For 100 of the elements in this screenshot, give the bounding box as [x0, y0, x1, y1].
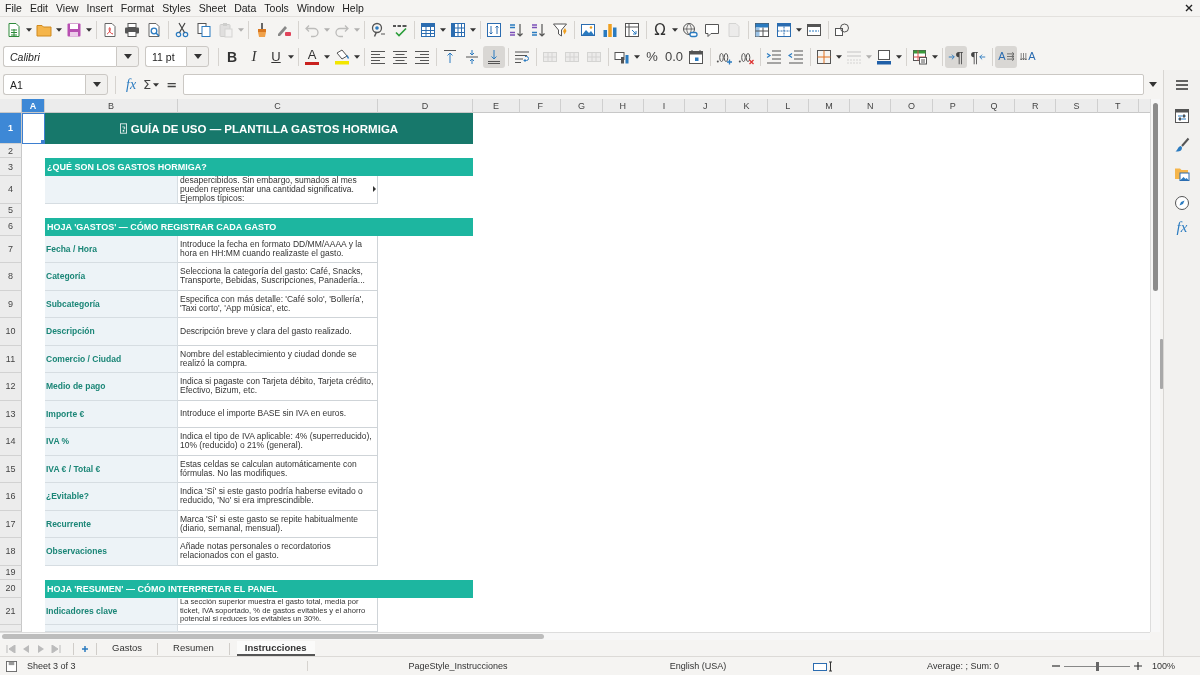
text-top-to-bottom-button[interactable]: A [1017, 45, 1039, 68]
dropdown-arrow-icon[interactable] [354, 54, 360, 59]
column-header[interactable]: C [178, 99, 378, 113]
dropdown-arrow-icon[interactable] [26, 28, 32, 32]
row-header[interactable]: 2 [0, 144, 22, 158]
horizontal-scrollbar[interactable] [0, 632, 1150, 640]
left-to-right-button[interactable]: ¶ [945, 45, 967, 68]
properties-panel-icon[interactable] [1174, 108, 1190, 124]
menu-item[interactable]: File [1, 0, 26, 16]
column-header[interactable]: D [378, 99, 473, 113]
column-header[interactable]: T [1097, 99, 1139, 113]
menu-item[interactable]: Insert [82, 0, 117, 16]
dropdown-arrow-icon[interactable] [440, 28, 446, 32]
sort-descending-icon[interactable] [530, 22, 546, 38]
menu-item[interactable]: Help [338, 0, 368, 16]
split-window-icon[interactable] [776, 22, 792, 38]
row-header[interactable]: 13 [0, 400, 22, 428]
row-header[interactable]: 18 [0, 538, 22, 566]
bar-chart-icon[interactable] [602, 22, 618, 38]
conditional-format-icon[interactable] [912, 48, 928, 65]
dropdown-arrow-icon[interactable] [672, 28, 678, 32]
column-header[interactable]: I [643, 99, 686, 113]
row-header[interactable]: 16 [0, 483, 22, 511]
number-format-button[interactable]: 0.0 [663, 45, 685, 68]
highlighting-icon[interactable] [334, 48, 350, 65]
column-header[interactable]: M [808, 99, 851, 113]
zoom-out-icon[interactable] [1052, 662, 1060, 670]
sheet-tab[interactable]: Gastos [104, 641, 151, 656]
row-header[interactable]: 1 [0, 113, 22, 144]
menu-item[interactable]: View [52, 0, 83, 16]
dropdown-arrow-icon[interactable] [324, 54, 330, 59]
sheet-tab[interactable]: Resumen [165, 641, 222, 656]
sidebar-collapse-handle[interactable] [1160, 339, 1163, 389]
image-icon[interactable] [580, 22, 596, 38]
column-header[interactable]: H [602, 99, 644, 113]
menu-item[interactable]: Window [292, 0, 339, 16]
borders-icon[interactable] [816, 48, 832, 65]
row-header[interactable]: 14 [0, 428, 22, 456]
function-wizard-button[interactable]: fx [123, 76, 140, 93]
shapes-icon[interactable] [834, 22, 850, 38]
scrollbar-thumb[interactable] [1153, 103, 1158, 291]
font-name-dropdown-button[interactable] [116, 46, 139, 67]
row-header[interactable]: 3 [0, 158, 22, 176]
calendar-icon[interactable] [688, 48, 704, 65]
special-character-button[interactable]: Ω [649, 19, 671, 41]
cell-reference-dropdown-button[interactable] [85, 74, 108, 95]
formula-input-field[interactable] [183, 74, 1144, 95]
pdf-document-icon[interactable] [102, 22, 118, 38]
dropdown-arrow-icon[interactable] [86, 28, 92, 32]
filter-icon[interactable] [552, 22, 568, 38]
column-header[interactable]: P [932, 99, 974, 113]
row-header[interactable]: 8 [0, 263, 22, 291]
align-bottom-button[interactable] [483, 45, 505, 68]
headers-icon[interactable] [806, 22, 822, 38]
right-to-left-button[interactable]: ¶ [967, 45, 989, 68]
functions-button[interactable]: fx [1176, 220, 1188, 235]
dropdown-arrow-icon[interactable] [470, 28, 476, 32]
column-header[interactable]: A [22, 99, 45, 113]
column-header[interactable]: N [850, 99, 892, 113]
menu-icon[interactable] [1176, 80, 1188, 90]
expand-formula-bar-icon[interactable] [1149, 82, 1157, 87]
dropdown-arrow-icon[interactable] [796, 28, 802, 32]
underline-button[interactable]: U [265, 45, 287, 68]
pivot-table-icon[interactable] [624, 22, 640, 38]
column-header[interactable]: F [520, 99, 562, 113]
row-header[interactable]: 21 [0, 597, 22, 625]
dropdown-arrow-icon[interactable] [634, 54, 640, 59]
bold-button[interactable]: B [221, 45, 243, 68]
font-size-field[interactable]: 11 pt [145, 46, 186, 67]
column-header[interactable]: Q [973, 99, 1016, 113]
column-header[interactable]: K [726, 99, 768, 113]
comment-icon[interactable] [704, 22, 720, 38]
sum-button[interactable]: Σ [139, 77, 153, 92]
hyperlink-icon[interactable] [682, 22, 698, 38]
document-status-icon[interactable] [6, 660, 17, 672]
dropdown-arrow-icon[interactable] [932, 54, 938, 59]
row-header[interactable]: 11 [0, 345, 22, 373]
column-header[interactable]: L [767, 99, 809, 113]
menu-item[interactable]: Format [116, 0, 159, 16]
print-preview-icon[interactable] [146, 22, 162, 38]
spellcheck-icon[interactable] [392, 22, 408, 38]
insert-rows-icon[interactable] [420, 22, 436, 38]
spreadsheet-document-icon[interactable] [6, 22, 22, 38]
menu-item[interactable]: Edit [25, 0, 52, 16]
font-name-field[interactable]: Calibri [3, 46, 116, 67]
compass-icon[interactable] [1174, 195, 1190, 211]
menu-item[interactable]: Tools [260, 0, 293, 16]
copy-icon[interactable] [196, 22, 212, 38]
percent-format-button[interactable]: % [641, 45, 663, 68]
dropdown-arrow-icon[interactable] [836, 54, 842, 59]
scissors-icon[interactable] [174, 22, 190, 38]
selection-mode-icon[interactable] [813, 660, 833, 672]
column-header[interactable]: E [473, 99, 520, 113]
column-header[interactable]: J [685, 99, 727, 113]
row-header[interactable]: 10 [0, 318, 22, 346]
row-header[interactable]: 15 [0, 455, 22, 483]
close-icon[interactable] [1185, 4, 1193, 12]
sheet-tab[interactable]: Instrucciones [236, 641, 315, 656]
active-cell[interactable] [22, 113, 45, 144]
add-sheet-icon[interactable] [81, 644, 89, 653]
